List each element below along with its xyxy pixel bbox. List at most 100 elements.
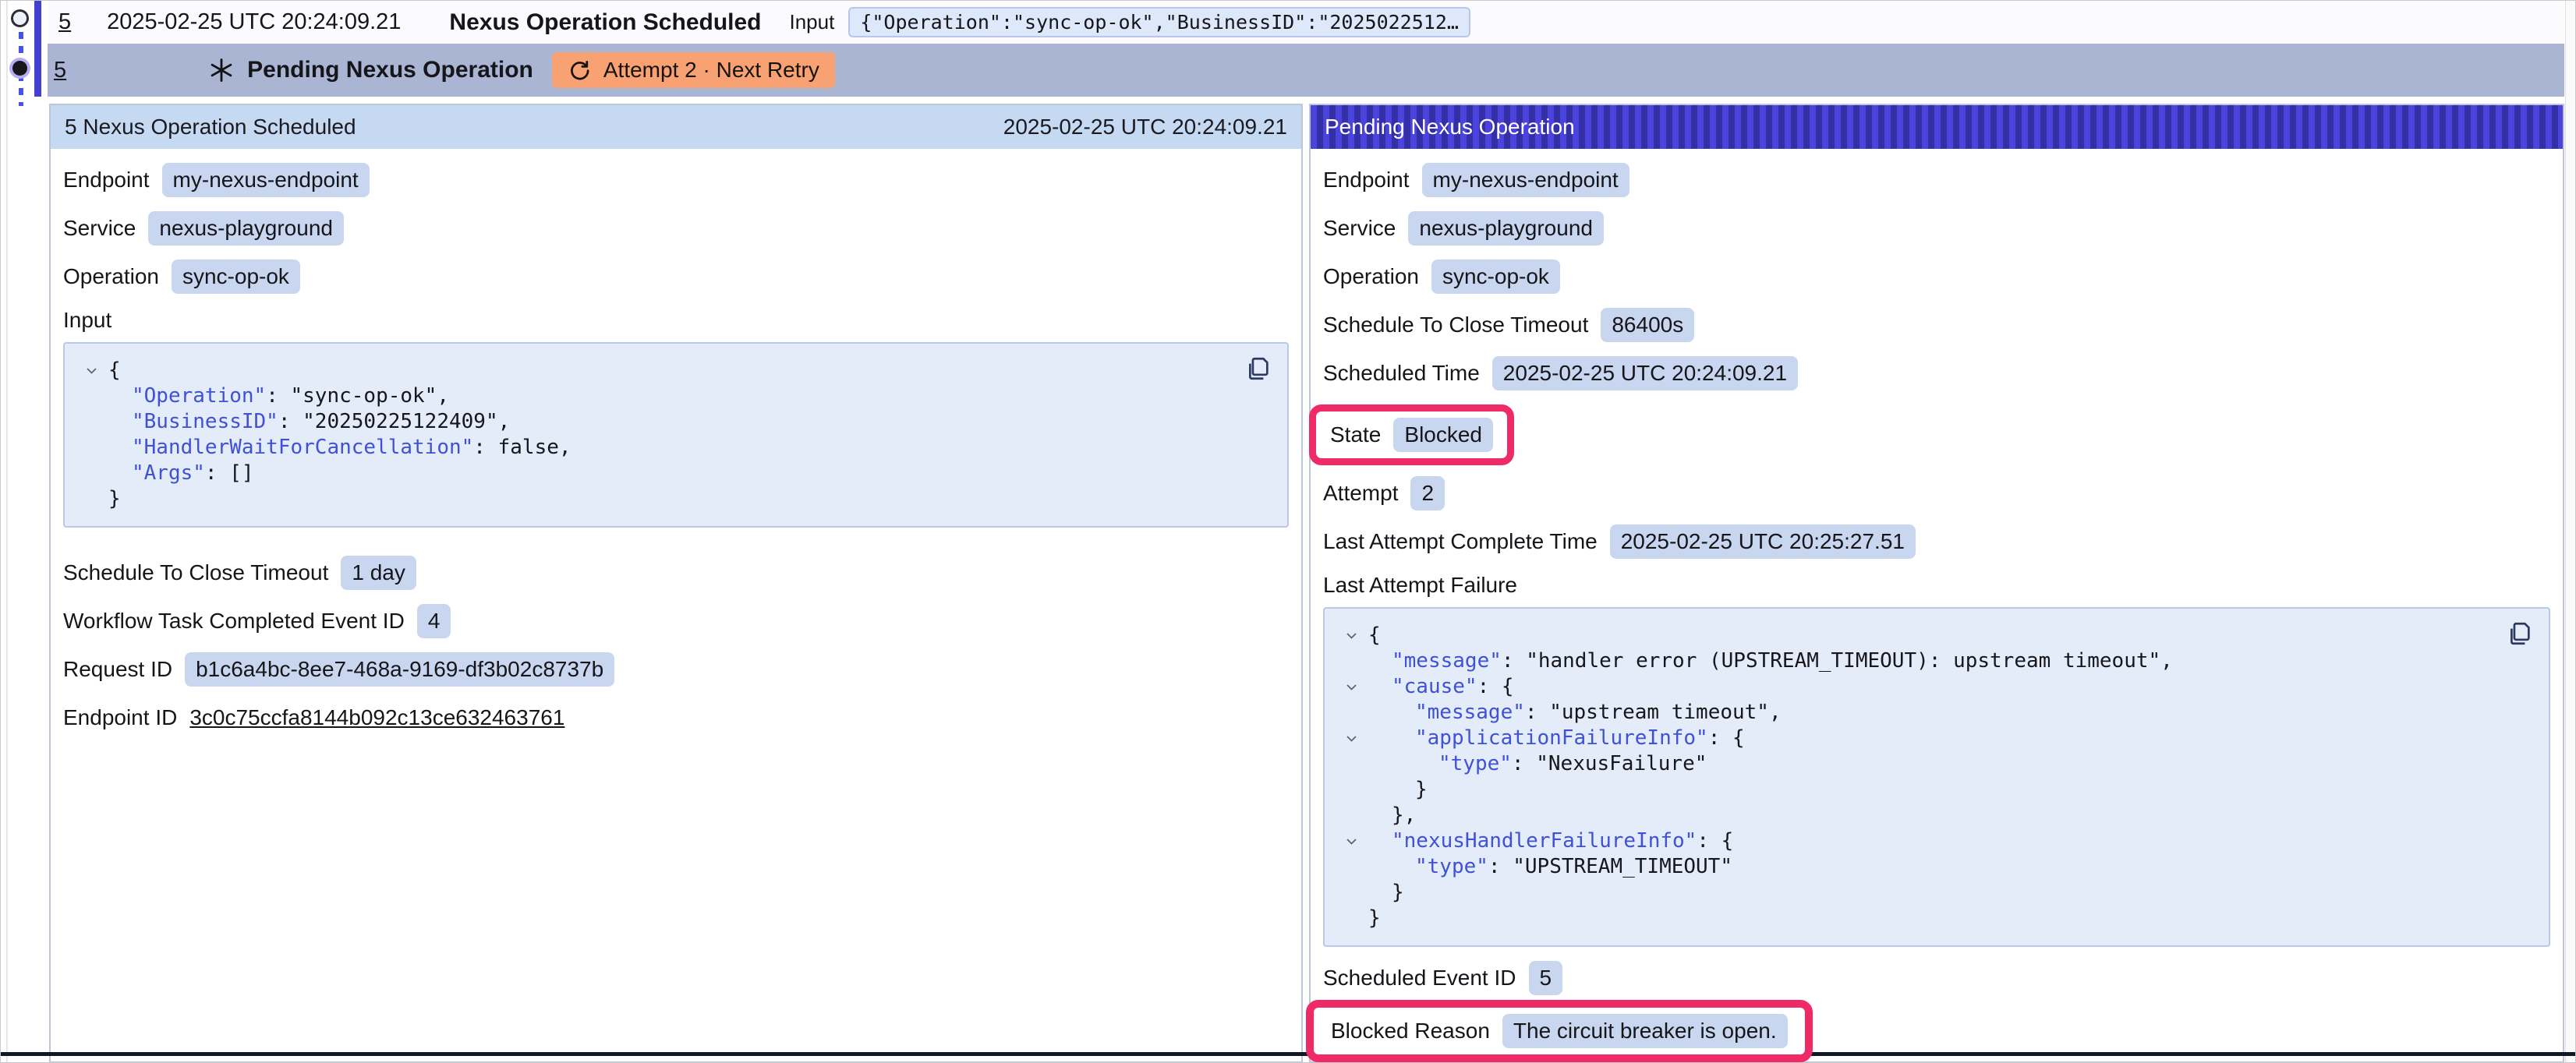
field-value-badge: sync-op-ok (172, 260, 300, 294)
json-line: { (1334, 623, 2494, 648)
field-value-badge: 86400s (1601, 308, 1694, 342)
copy-icon (1245, 355, 1272, 382)
collapse-chevron-icon[interactable] (1334, 726, 1368, 751)
field-request-id: Request ID b1c6a4bc-8ee7-468a-9169-df3b0… (63, 652, 1289, 687)
retry-badge-label: Attempt 2 · Next Retry (603, 58, 819, 83)
field-last-attempt-complete-time: Last Attempt Complete Time 2025-02-25 UT… (1323, 524, 2550, 559)
json-line: "message": "handler error (UPSTREAM_TIME… (1334, 648, 2494, 674)
json-line-gutter (1334, 700, 1368, 726)
field-label: Request ID (63, 657, 172, 682)
field-value-badge: 2025-02-25 UTC 20:25:27.51 (1610, 524, 1916, 559)
field-label: Scheduled Event ID (1323, 966, 1516, 991)
input-json-viewer: {"Operation": "sync-op-ok","BusinessID":… (63, 342, 1289, 528)
json-line-gutter (74, 409, 108, 435)
field-value-badge: my-nexus-endpoint (1422, 163, 1629, 197)
json-line: "Operation": "sync-op-ok", (74, 383, 1233, 409)
json-line: } (1334, 906, 2494, 931)
field-value-badge: b1c6a4bc-8ee7-468a-9169-df3b02c8737b (185, 652, 614, 687)
json-line-gutter (74, 461, 108, 486)
json-line: } (1334, 880, 2494, 906)
field-label: Scheduled Time (1323, 361, 1480, 386)
selected-event-indicator-bar (34, 1, 41, 97)
field-operation: Operation sync-op-ok (1323, 260, 2550, 294)
pending-panel-title: Pending Nexus Operation (1325, 115, 1575, 139)
json-line: { (74, 358, 1233, 383)
json-line-gutter (1334, 751, 1368, 777)
json-line: "type": "NexusFailure" (1334, 751, 2494, 777)
json-line: "nexusHandlerFailureInfo": { (1334, 828, 2494, 854)
scheduled-panel-title: 5 Nexus Operation Scheduled (65, 115, 356, 139)
field-endpoint: Endpoint my-nexus-endpoint (1323, 163, 2550, 197)
input-section-label: Input (63, 308, 1289, 333)
field-value-badge: 4 (417, 604, 451, 638)
timeline-open-circle-icon[interactable] (11, 9, 29, 27)
pending-asterisk-icon (208, 57, 235, 83)
field-operation: Operation sync-op-ok (63, 260, 1289, 294)
collapse-chevron-icon[interactable] (1334, 828, 1368, 854)
event-id-link[interactable]: 5 (58, 9, 71, 35)
json-line: "applicationFailureInfo": { (1334, 726, 2494, 751)
copy-icon (2507, 620, 2533, 647)
field-schedule-to-close-timeout: Schedule To Close Timeout 86400s (1323, 308, 2550, 342)
field-schedule-to-close-timeout: Schedule To Close Timeout 1 day (63, 556, 1289, 590)
event-timestamp: 2025-02-25 UTC 20:24:09.21 (107, 9, 401, 35)
json-line: "message": "upstream timeout", (1334, 700, 2494, 726)
retry-status-badge: Attempt 2 · Next Retry (552, 52, 835, 88)
json-line-gutter (1334, 803, 1368, 828)
event-id-link[interactable]: 5 (54, 58, 66, 83)
field-label: Schedule To Close Timeout (63, 560, 328, 585)
field-value-badge: 2025-02-25 UTC 20:24:09.21 (1492, 356, 1798, 390)
field-value-badge: 5 (1529, 961, 1563, 995)
history-row-nexus-operation-scheduled[interactable]: 5 2025-02-25 UTC 20:24:09.21 Nexus Opera… (48, 1, 2564, 44)
field-value-badge: nexus-playground (148, 211, 344, 245)
json-line-gutter (1334, 906, 1368, 931)
field-label: Attempt (1323, 481, 1398, 506)
field-value-badge: my-nexus-endpoint (162, 163, 370, 197)
field-label: Schedule To Close Timeout (1323, 313, 1588, 337)
window-bottom-edge-line (1, 1052, 2575, 1056)
timeline-filled-dot-icon[interactable] (12, 61, 27, 76)
field-scheduled-time: Scheduled Time 2025-02-25 UTC 20:24:09.2… (1323, 356, 2550, 390)
scheduled-panel-header: 5 Nexus Operation Scheduled 2025-02-25 U… (51, 105, 1301, 149)
field-label: Operation (1323, 264, 1419, 289)
json-line: }, (1334, 803, 2494, 828)
state-highlight-annotation: State Blocked (1309, 404, 1514, 465)
field-label: Service (1323, 216, 1396, 241)
field-label: Workflow Task Completed Event ID (63, 609, 405, 634)
pending-panel-header: Pending Nexus Operation (1311, 105, 2563, 149)
json-line: "HandlerWaitForCancellation": false, (74, 435, 1233, 461)
input-label: Input (790, 10, 835, 34)
endpoint-id-link[interactable]: 3c0c75ccfa8144b092c13ce632463761 (189, 705, 564, 730)
copy-button[interactable] (1245, 355, 1273, 383)
field-label: State (1330, 422, 1381, 447)
history-row-pending-nexus-operation[interactable]: 5 Pending Nexus Operation Attempt 2 · Ne… (48, 44, 2564, 97)
json-line: "BusinessID": "20250225122409", (74, 409, 1233, 435)
field-label: Operation (63, 264, 159, 289)
collapse-chevron-icon[interactable] (1334, 674, 1368, 700)
state-value-badge: Blocked (1393, 418, 1493, 452)
field-endpoint: Endpoint my-nexus-endpoint (63, 163, 1289, 197)
json-line-gutter (1334, 777, 1368, 803)
event-detail-panel-scheduled: 5 Nexus Operation Scheduled 2025-02-25 U… (49, 104, 1303, 1063)
blocked-reason-value-badge: The circuit breaker is open. (1502, 1014, 1788, 1048)
field-endpoint-id: Endpoint ID 3c0c75ccfa8144b092c13ce63246… (63, 701, 1289, 735)
json-line: "Args": [] (74, 461, 1233, 486)
collapse-chevron-icon[interactable] (74, 358, 108, 383)
json-line-gutter (1334, 880, 1368, 906)
input-preview-pill[interactable]: {"Operation":"sync-op-ok","BusinessID":"… (848, 7, 1470, 37)
json-line-gutter (74, 435, 108, 461)
event-detail-panel-pending: Pending Nexus Operation Endpoint my-nexu… (1309, 104, 2564, 1063)
json-line: } (74, 486, 1233, 512)
blocked-reason-highlight-annotation: Blocked Reason The circuit breaker is op… (1306, 1000, 1813, 1062)
vertical-scrollbar[interactable] (2565, 1, 2575, 1062)
field-attempt: Attempt 2 (1323, 476, 2550, 510)
field-service: Service nexus-playground (63, 211, 1289, 245)
copy-button[interactable] (2507, 620, 2535, 648)
field-label: Endpoint (63, 168, 150, 192)
collapse-chevron-icon[interactable] (1334, 623, 1368, 648)
field-value-badge: 2 (1410, 476, 1445, 510)
field-service: Service nexus-playground (1323, 211, 2550, 245)
field-value-badge: sync-op-ok (1431, 260, 1560, 294)
json-line-gutter (74, 486, 108, 512)
field-value-badge: 1 day (341, 556, 416, 590)
